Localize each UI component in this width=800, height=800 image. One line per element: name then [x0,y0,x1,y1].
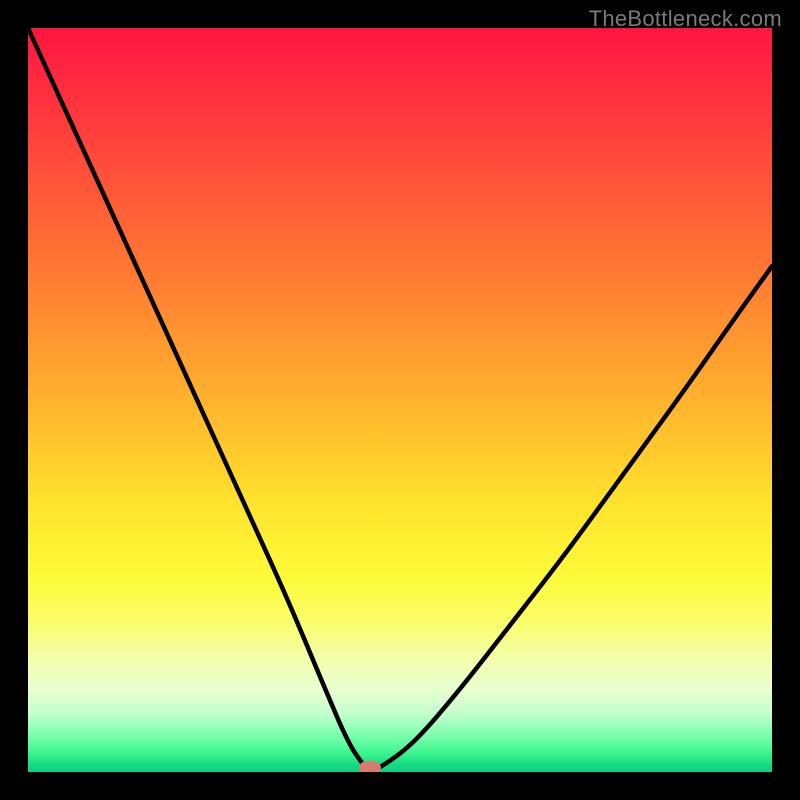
plot-area [28,28,772,772]
curve-path [28,28,772,770]
min-marker [359,761,381,772]
bottleneck-curve [28,28,772,772]
chart-frame: TheBottleneck.com [0,0,800,800]
watermark-text: TheBottleneck.com [589,6,782,32]
